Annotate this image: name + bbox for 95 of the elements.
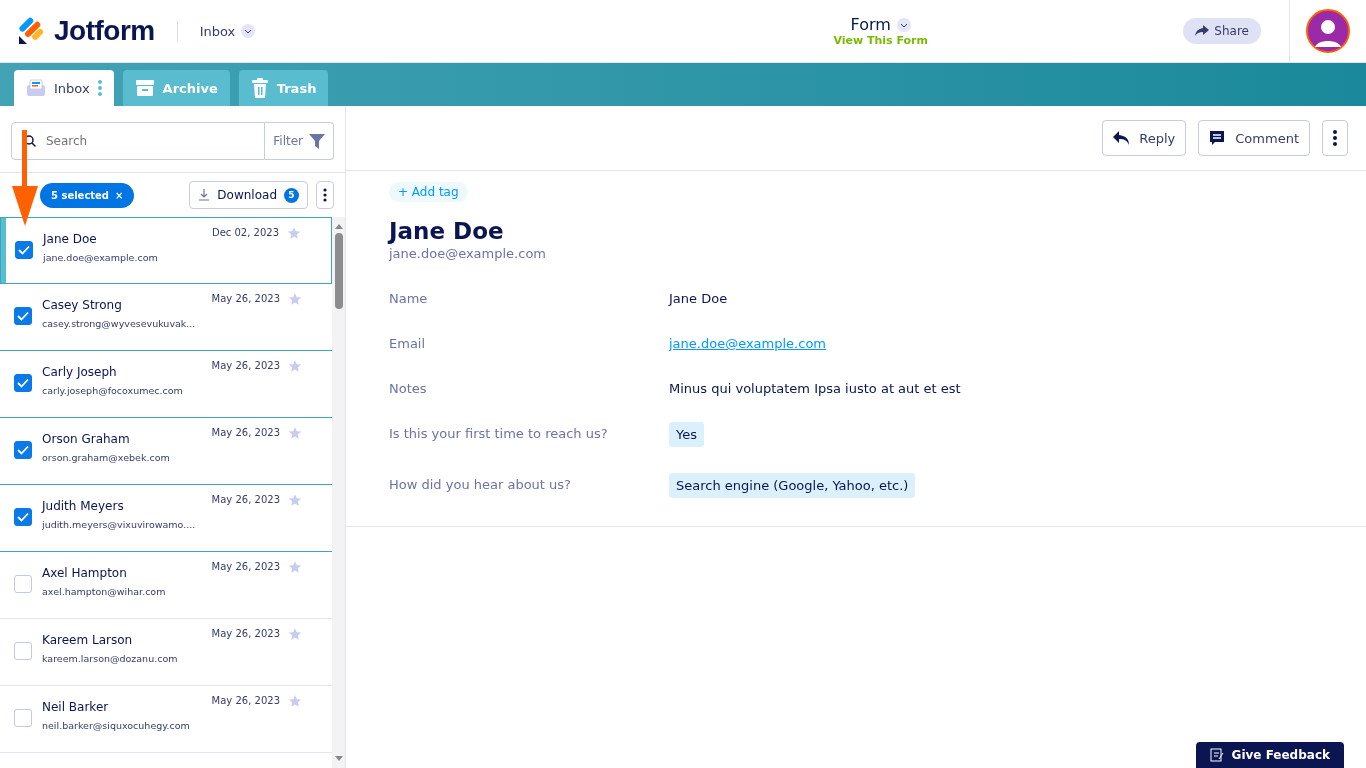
checkbox[interactable] xyxy=(14,307,32,325)
submitter-email: kareem.larson@dozanu.com xyxy=(42,653,179,664)
comment-icon xyxy=(1209,130,1226,146)
folder-tab[interactable]: Inbox xyxy=(14,70,114,106)
inbox-dropdown[interactable]: Inbox xyxy=(199,23,256,39)
submitter-email: carly.joseph@focoxumec.com xyxy=(42,385,184,396)
scrollbar[interactable] xyxy=(332,217,345,768)
star-icon[interactable] xyxy=(288,627,302,641)
search-field[interactable]: Search xyxy=(11,122,266,160)
submitter-email: judith.meyers@vixuvirowamo.... xyxy=(42,519,197,530)
checkmark-icon xyxy=(17,512,29,522)
feedback-icon xyxy=(1209,748,1224,762)
field-label: Notes xyxy=(389,381,428,396)
submitter-name: Jane Doe xyxy=(43,232,98,246)
submitter-email: jane.doe@example.com xyxy=(389,246,547,261)
checkbox[interactable] xyxy=(14,441,32,459)
submission-row[interactable]: Judith Meyers judith.meyers@vixuvirowamo.... May 26, 2023 xyxy=(0,485,332,552)
checkbox[interactable] xyxy=(14,374,32,392)
star-icon[interactable] xyxy=(288,292,302,306)
submitter-email: orson.graham@xebek.com xyxy=(42,452,171,463)
more-options-button[interactable] xyxy=(316,181,334,209)
star-icon[interactable] xyxy=(288,560,302,574)
answer-chip: Search engine (Google, Yahoo, etc.) xyxy=(669,473,916,498)
submission-row[interactable]: Casey Strong casey.strong@wyvesevukuvak... May 26, 2023 xyxy=(0,284,332,351)
share-arrow-icon xyxy=(1195,25,1210,37)
brand-name[interactable]: Jotform xyxy=(54,15,155,47)
star-icon[interactable] xyxy=(288,493,302,507)
field-label: Is this your first time to reach us? xyxy=(389,426,609,441)
submitter-name: Casey Strong xyxy=(42,298,123,312)
scroll-thumb[interactable] xyxy=(334,233,343,309)
submission-row[interactable]: Jane Doe jane.doe@example.com Dec 02, 2023 xyxy=(0,217,332,284)
field-label: Name xyxy=(389,291,429,306)
submitter-name: Axel Hampton xyxy=(42,566,128,580)
feedback-button[interactable]: Give Feedback xyxy=(1195,742,1344,768)
logo-icon xyxy=(18,17,46,45)
field-value: Jane Doe xyxy=(669,291,729,306)
submitter-name: Neil Barker xyxy=(42,700,110,714)
submission-row[interactable]: Orson Graham orson.graham@xebek.com May 26, 2023 xyxy=(0,418,332,485)
download-button[interactable]: Download 5 xyxy=(189,181,308,209)
share-button[interactable]: Share xyxy=(1183,18,1261,44)
form-title-dropdown[interactable]: Form xyxy=(850,15,911,34)
submitter-email: jane.doe@example.com xyxy=(43,252,159,263)
download-icon xyxy=(198,189,211,201)
chevron-down-icon xyxy=(244,27,253,35)
selection-chip[interactable]: 5 selected × xyxy=(40,182,135,208)
submission-date: May 26, 2023 xyxy=(211,695,280,708)
kebab-icon xyxy=(1333,129,1337,147)
field-value: Minus qui voluptatem Ipsa iusto at aut et est xyxy=(669,381,962,396)
submitter-name: Judith Meyers xyxy=(42,499,125,513)
reply-icon xyxy=(1113,131,1130,145)
checkbox[interactable] xyxy=(14,575,32,593)
submission-date: May 26, 2023 xyxy=(211,494,280,507)
checkmark-icon xyxy=(17,378,29,388)
star-icon[interactable] xyxy=(287,226,301,240)
scroll-up-icon[interactable] xyxy=(334,223,343,229)
star-icon[interactable] xyxy=(288,359,302,373)
submission-row[interactable]: Carly Joseph carly.joseph@focoxumec.com May 26, 2023 xyxy=(0,351,332,418)
funnel-icon xyxy=(309,133,325,149)
comment-button[interactable]: Comment xyxy=(1198,120,1310,156)
checkmark-icon xyxy=(17,445,29,455)
reply-button[interactable]: Reply xyxy=(1102,120,1187,156)
submitter-email: casey.strong@wyvesevukuvak... xyxy=(42,318,197,329)
checkmark-icon xyxy=(17,311,29,321)
kebab-icon[interactable] xyxy=(97,79,102,97)
checkbox[interactable] xyxy=(14,709,32,727)
checkbox[interactable] xyxy=(14,642,32,660)
trash-icon xyxy=(250,78,269,98)
filter-button[interactable]: Filter xyxy=(265,122,334,160)
submission-date: May 26, 2023 xyxy=(211,427,280,440)
field-label: Email xyxy=(389,336,427,351)
star-icon[interactable] xyxy=(288,426,302,440)
answer-chip: Yes xyxy=(669,422,704,447)
checkmark-icon xyxy=(18,245,30,255)
more-options-button[interactable] xyxy=(1322,120,1348,156)
submission-date: May 26, 2023 xyxy=(211,561,280,574)
submitter-heading: Jane Doe xyxy=(389,218,505,244)
submitter-email: axel.hampton@wihar.com xyxy=(42,586,167,597)
checkbox[interactable] xyxy=(15,241,33,259)
submitter-name: Orson Graham xyxy=(42,432,131,446)
archive-box-icon xyxy=(134,79,155,97)
search-icon xyxy=(24,135,36,147)
avatar-icon[interactable] xyxy=(1306,9,1350,53)
submission-date: May 26, 2023 xyxy=(211,628,280,641)
star-icon[interactable] xyxy=(288,694,302,708)
submission-date: May 26, 2023 xyxy=(211,360,280,373)
scroll-down-icon[interactable] xyxy=(334,756,343,762)
submitter-email: neil.barker@siquxocuhegy.com xyxy=(42,720,191,731)
submission-date: May 26, 2023 xyxy=(211,293,280,306)
field-label: How did you hear about us? xyxy=(389,477,572,492)
kebab-icon xyxy=(323,187,327,203)
submitter-name: Carly Joseph xyxy=(42,365,118,379)
submission-date: Dec 02, 2023 xyxy=(211,227,279,240)
envelope-icon xyxy=(26,79,46,97)
checkbox[interactable] xyxy=(14,508,32,526)
submitter-name: Kareem Larson xyxy=(42,633,134,647)
